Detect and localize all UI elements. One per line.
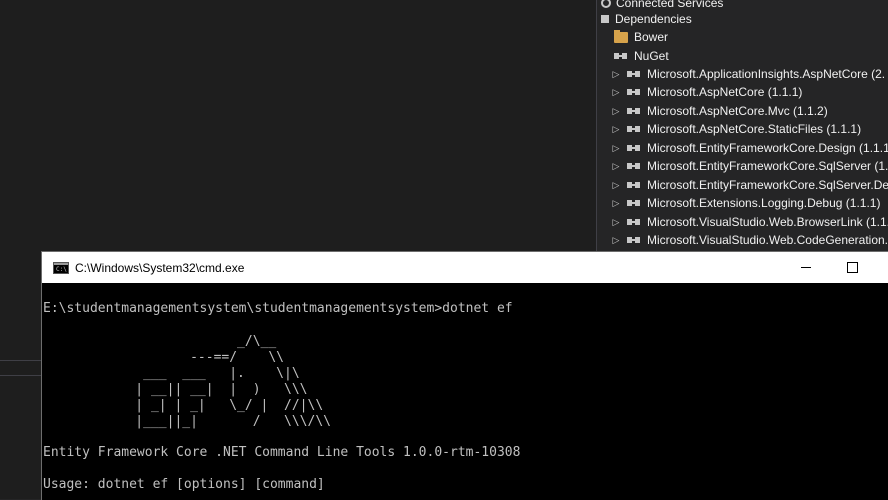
- expand-arrow-icon[interactable]: ▷: [611, 120, 621, 138]
- tree-item-package[interactable]: ▷ Microsoft.EntityFrameworkCore.SqlServe…: [611, 157, 888, 175]
- solution-explorer[interactable]: Connected Services Dependencies Bower Nu…: [596, 0, 888, 252]
- tree-item-label: NuGet: [634, 49, 669, 63]
- tree-item-package[interactable]: ▷ Microsoft.EntityFrameworkCore.Design (…: [611, 139, 888, 157]
- tree-item-label: Microsoft.EntityFrameworkCore.Design (1.…: [647, 141, 888, 155]
- tree-item-package[interactable]: ▷ Microsoft.Extensions.Logging.Debug (1.…: [611, 194, 881, 212]
- minimize-icon: [801, 267, 811, 268]
- minimize-button[interactable]: [783, 252, 829, 283]
- console-output[interactable]: E:\studentmanagementsystem\studentmanage…: [42, 284, 888, 500]
- tree-item-label: Dependencies: [615, 12, 692, 26]
- expand-arrow-icon[interactable]: ▷: [611, 213, 621, 231]
- console-icon: C:\: [53, 261, 69, 274]
- package-icon: [627, 124, 641, 134]
- cmd-window[interactable]: C:\ C:\Windows\System32\cmd.exe E:\stude…: [41, 251, 888, 500]
- tree-item-label: Microsoft.AspNetCore.StaticFiles (1.1.1): [647, 122, 862, 136]
- expand-arrow-icon[interactable]: ▷: [611, 65, 621, 83]
- package-icon: [627, 198, 641, 208]
- tree-item-label: Microsoft.AspNetCore.Mvc (1.1.2): [647, 104, 828, 118]
- tree-item-label: Microsoft.ApplicationInsights.AspNetCore…: [647, 67, 886, 81]
- maximize-button[interactable]: [829, 252, 875, 283]
- tree-item-bower[interactable]: Bower: [614, 28, 668, 46]
- package-icon: [627, 87, 641, 97]
- usage-line: Usage: dotnet ef [options] [command]: [43, 477, 325, 492]
- folder-icon: [614, 29, 628, 43]
- tree-item-package[interactable]: ▷ Microsoft.AspNetCore.StaticFiles (1.1.…: [611, 120, 862, 138]
- expand-arrow-icon[interactable]: ▷: [611, 231, 621, 249]
- tree-item-package[interactable]: ▷ Microsoft.VisualStudio.Web.BrowserLink…: [611, 213, 888, 231]
- tree-item-package[interactable]: ▷ Microsoft.AspNetCore.Mvc (1.1.2): [611, 102, 828, 120]
- window-title: C:\Windows\System32\cmd.exe: [75, 260, 245, 275]
- expand-arrow-icon[interactable]: ▷: [611, 176, 621, 194]
- tree-item-label: Microsoft.AspNetCore (1.1.1): [647, 85, 803, 99]
- tree-item-dependencies[interactable]: Dependencies: [601, 10, 692, 28]
- tree-item-package[interactable]: ▷ Microsoft.VisualStudio.Web.CodeGenerat…: [611, 231, 888, 249]
- dependencies-icon: [601, 15, 609, 23]
- expand-arrow-icon[interactable]: ▷: [611, 102, 621, 120]
- package-icon: [627, 69, 641, 79]
- tree-item-label: Microsoft.VisualStudio.Web.BrowserLink (…: [647, 215, 888, 229]
- connected-services-icon: [601, 0, 611, 8]
- tree-item-label: Microsoft.VisualStudio.Web.CodeGeneratio…: [647, 233, 888, 247]
- tree-item-nuget[interactable]: NuGet: [614, 47, 669, 65]
- expand-arrow-icon[interactable]: ▷: [611, 194, 621, 212]
- tree-item-label: Microsoft.EntityFrameworkCore.SqlServer …: [647, 159, 888, 173]
- expand-arrow-icon[interactable]: ▷: [611, 157, 621, 175]
- tree-item-package[interactable]: ▷ Microsoft.EntityFrameworkCore.SqlServe…: [611, 176, 888, 194]
- tree-item-package[interactable]: ▷ Microsoft.AspNetCore (1.1.1): [611, 83, 803, 101]
- tools-version-line: Entity Framework Core .NET Command Line …: [43, 445, 521, 460]
- package-icon: [627, 106, 641, 116]
- cmd-titlebar[interactable]: C:\ C:\Windows\System32\cmd.exe: [42, 252, 888, 283]
- package-icon: [627, 217, 641, 227]
- maximize-icon: [846, 262, 858, 273]
- package-icon: [627, 180, 641, 190]
- expand-arrow-icon[interactable]: ▷: [611, 83, 621, 101]
- tree-item-package[interactable]: ▷ Microsoft.ApplicationInsights.AspNetCo…: [611, 65, 886, 83]
- tree-item-label: Bower: [634, 30, 669, 44]
- ef-ascii-art: _/\__ ---==/ \\ ___ ___ |. \|\ | __|| __…: [135, 334, 331, 429]
- package-icon: [614, 51, 628, 61]
- package-icon: [627, 235, 641, 245]
- prompt-line: E:\studentmanagementsystem\studentmanage…: [43, 301, 513, 316]
- expand-arrow-icon[interactable]: ▷: [611, 139, 621, 157]
- tree-item-label: Microsoft.Extensions.Logging.Debug (1.1.…: [647, 196, 881, 210]
- package-icon: [627, 143, 641, 153]
- package-icon: [627, 161, 641, 171]
- tree-item-label: Microsoft.EntityFrameworkCore.SqlServer.…: [647, 178, 888, 192]
